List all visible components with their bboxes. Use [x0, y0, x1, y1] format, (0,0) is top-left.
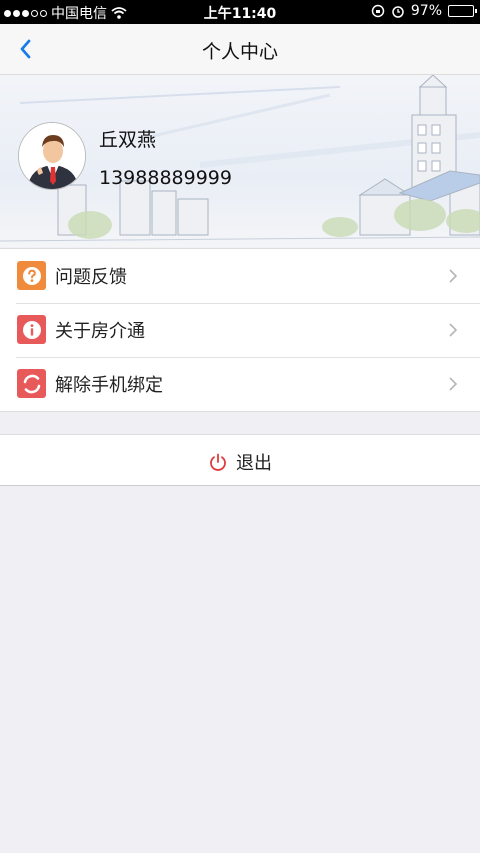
- menu-list: 问题反馈 关于房介通 解除手机绑定: [0, 248, 480, 412]
- logout-content: 退出: [0, 449, 480, 475]
- menu-item-feedback[interactable]: 问题反馈: [0, 249, 480, 303]
- menu-item-unbind-phone[interactable]: 解除手机绑定: [0, 357, 480, 411]
- user-phone: 13988889999: [99, 167, 232, 189]
- unbind-icon: [17, 369, 46, 398]
- alarm-icon: [392, 6, 404, 18]
- status-right: 97%: [371, 3, 477, 19]
- menu-item-label: 关于房介通: [55, 321, 145, 342]
- profile-header: 丘双燕 13988889999: [0, 75, 480, 247]
- logout-label: 退出: [236, 453, 272, 474]
- page-title: 个人中心: [201, 41, 278, 63]
- chevron-right-icon: [449, 323, 458, 337]
- rotation-lock-icon: [371, 4, 385, 18]
- businessman-avatar-icon: [19, 123, 85, 189]
- menu-item-label: 解除手机绑定: [55, 375, 163, 396]
- logout-button[interactable]: 退出: [0, 434, 480, 486]
- menu-item-label: 问题反馈: [55, 267, 127, 288]
- battery-icon: [448, 5, 477, 17]
- chevron-right-icon: [449, 269, 458, 283]
- question-icon: [17, 261, 46, 290]
- navigation-bar: 个人中心: [0, 24, 480, 75]
- battery-percent: 97%: [410, 3, 442, 19]
- info-icon: [17, 315, 46, 344]
- menu-item-about[interactable]: 关于房介通: [0, 303, 480, 357]
- power-icon: [210, 453, 226, 471]
- chevron-right-icon: [449, 377, 458, 391]
- user-name: 丘双燕: [99, 129, 157, 151]
- avatar[interactable]: [18, 122, 86, 190]
- status-bar: 中国电信 上午11:40 97%: [0, 0, 480, 24]
